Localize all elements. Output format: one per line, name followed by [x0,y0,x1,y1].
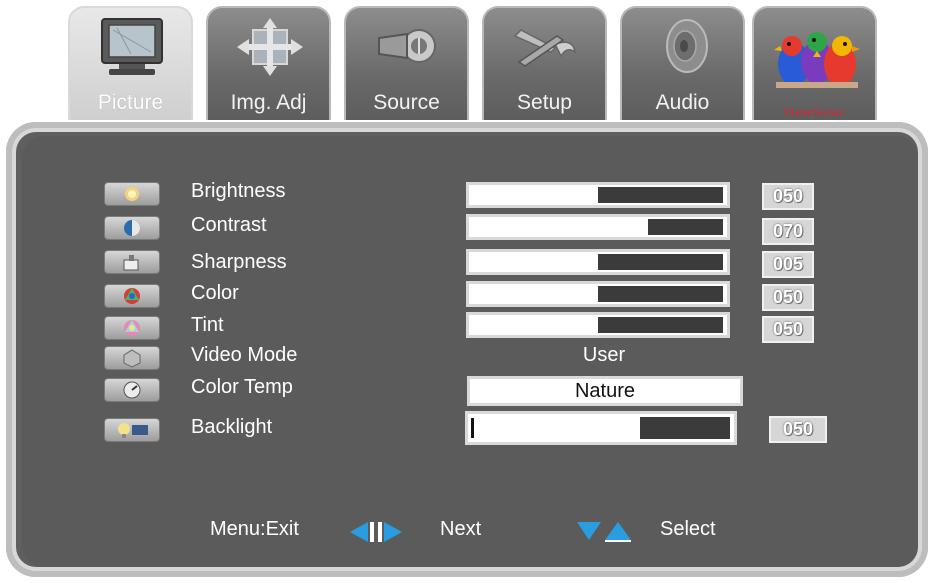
slider-cursor [471,418,474,438]
brightness-icon [104,182,160,206]
color-label: Color [191,282,239,304]
tint-icon [104,316,160,340]
video-mode-label: Video Mode [191,344,298,366]
tab-label: Img. Adj [230,91,307,114]
slider-fill [598,286,723,302]
sharpness-label: Sharpness [191,251,287,273]
contrast-icon [104,216,160,240]
backlight-slider[interactable] [465,411,737,445]
brightness-label: Brightness [191,180,286,202]
slider-fill [598,254,723,270]
contrast-slider[interactable] [466,214,730,240]
tint-label: Tint [191,314,224,336]
up-down-arrows-icon [575,518,635,544]
speaker-icon [649,16,719,78]
tv-monitor-icon [97,16,167,78]
video-mode-icon [104,346,160,370]
menu-exit-hint: Menu:Exit [210,518,299,540]
color-temp-selector[interactable]: Nature [467,376,743,406]
sharpness-slider[interactable] [466,249,730,275]
tint-slider[interactable] [466,312,730,338]
color-temp-value: Nature [574,380,636,402]
tint-value: 050 [762,316,814,343]
brightness-value: 050 [762,183,814,210]
move-arrows-icon [235,16,305,78]
color-temp-icon [104,378,160,402]
contrast-value: 070 [762,218,814,245]
viewsonic-birds-logo [772,18,862,102]
color-icon [104,284,160,308]
video-mode-value[interactable]: User [466,344,742,367]
tab-audio[interactable]: Audio [620,6,745,120]
connector-plug-icon [373,16,443,78]
slider-fill [648,219,723,235]
tab-label: Picture [97,91,164,114]
next-hint: Next [440,518,482,540]
sharpness-icon [104,250,160,274]
color-slider[interactable] [466,281,730,307]
tab-label: Setup [517,91,572,114]
backlight-icon [104,418,160,442]
tab-img-adj[interactable]: Img. Adj [206,6,331,120]
tab-viewsonic[interactable]: ViewSonic [752,6,877,120]
slider-fill [598,187,723,203]
tab-label: ViewSonic [783,106,846,119]
tab-label: Audio [655,91,710,114]
color-temp-label: Color Temp [191,376,293,398]
left-right-arrows-icon [348,520,404,544]
brightness-slider[interactable] [466,182,730,208]
backlight-label: Backlight [191,416,273,438]
slider-fill [598,317,723,333]
tab-source[interactable]: Source [344,6,469,120]
select-hint: Select [660,518,716,540]
tab-label: Source [373,91,440,114]
contrast-label: Contrast [191,214,267,236]
tools-icon [511,16,581,78]
color-value: 050 [762,284,814,311]
slider-fill [640,417,730,439]
sharpness-value: 005 [762,251,814,278]
backlight-value: 050 [769,416,827,443]
tab-setup[interactable]: Setup [482,6,607,120]
tab-picture[interactable]: Picture [68,6,193,120]
